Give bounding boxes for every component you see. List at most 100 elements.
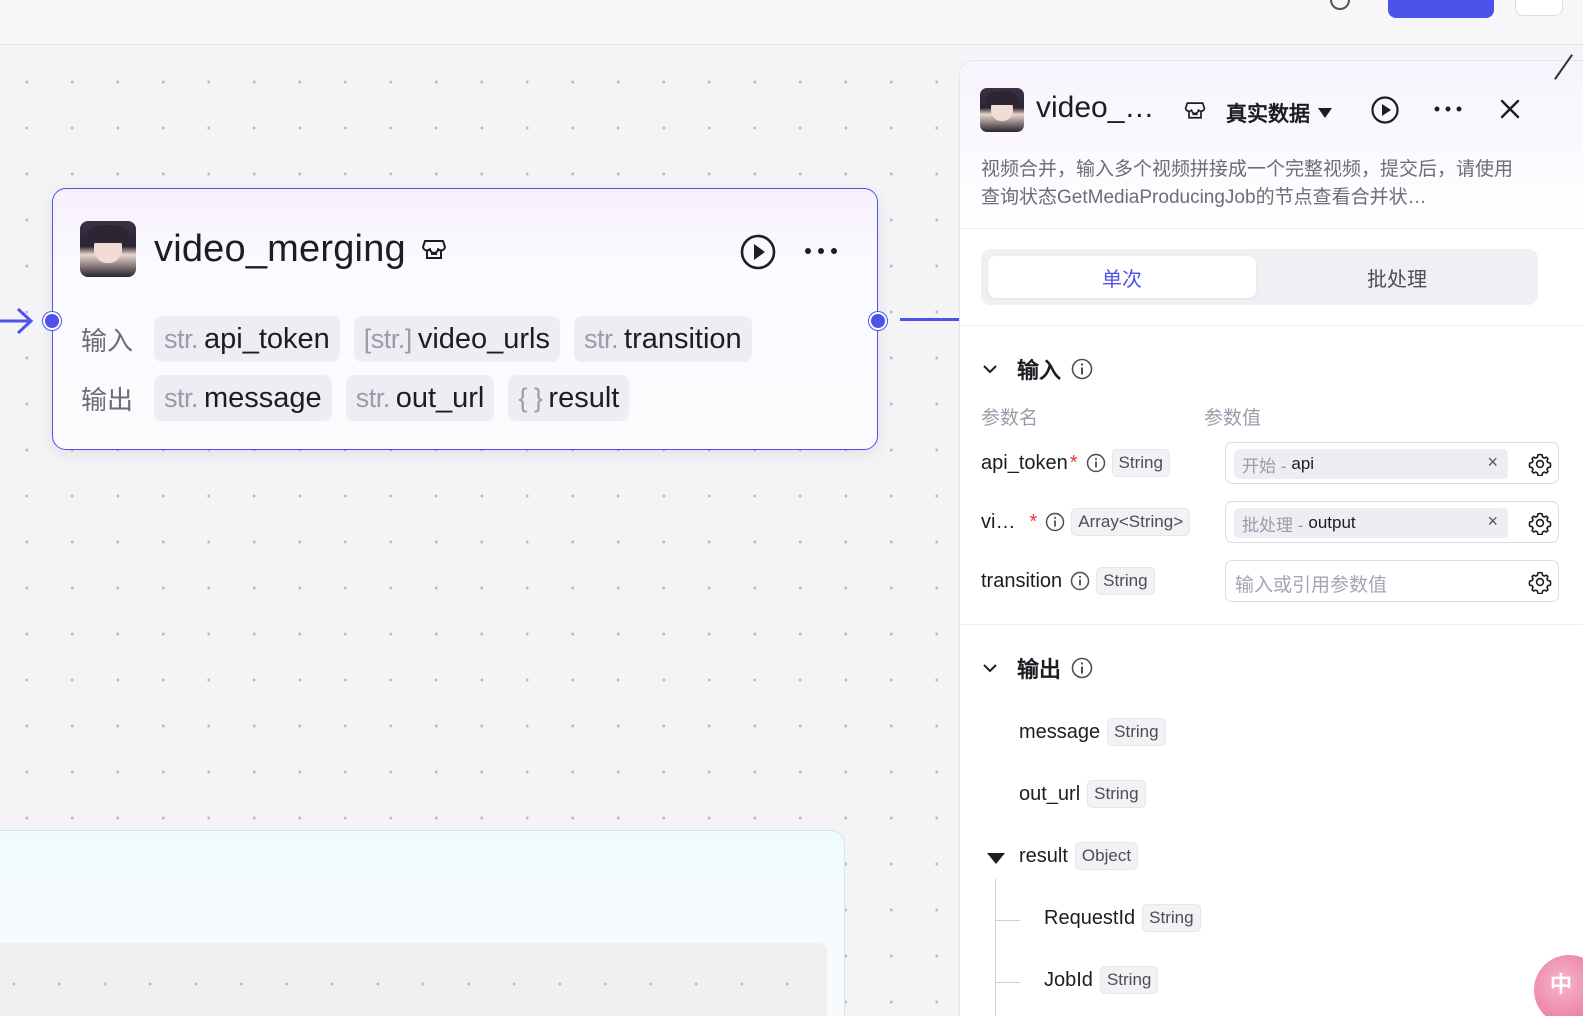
store-icon [1184, 102, 1206, 119]
info-icon[interactable] [1086, 453, 1106, 473]
node-input-port[interactable] [43, 312, 61, 330]
node-header: video_merging [80, 221, 448, 277]
type-tag: String [1087, 780, 1146, 808]
remove-reference-icon[interactable]: × [1487, 452, 1498, 473]
type-tag: String [1142, 904, 1201, 932]
chevron-down-icon[interactable] [981, 360, 999, 378]
tab-batch[interactable]: 批处理 [1263, 256, 1531, 298]
param-value-field[interactable]: 批处理 - output × [1225, 501, 1559, 543]
reference-chip: 批处理 - output × [1234, 508, 1508, 538]
input-chip: str. api_token [154, 316, 340, 362]
reference-variable: output [1308, 513, 1356, 532]
data-mode-dropdown[interactable]: 真实数据 [1226, 98, 1332, 128]
reference-source: 开始 - [1242, 456, 1287, 476]
output-item-result[interactable]: result Object [1019, 842, 1139, 870]
output-name: JobId [1044, 968, 1093, 991]
info-icon[interactable] [1071, 358, 1093, 380]
caret-down-icon[interactable] [987, 853, 1005, 864]
workflow-node-video-merging[interactable]: video_merging 输入 str. api_token [str.] vid… [43, 188, 887, 450]
help-icon[interactable] [1330, 0, 1350, 10]
panel-avatar [980, 88, 1024, 132]
node-description: 视频合并，输入多个视频拼接成一个完整视频，提交后，请使用查询状态GetMedia… [981, 159, 1514, 208]
data-mode-label: 真实数据 [1226, 103, 1310, 126]
info-icon[interactable] [1045, 512, 1065, 532]
node-output-port[interactable] [869, 312, 887, 330]
tree-connector [996, 982, 1020, 983]
floating-button-label: 中 [1550, 972, 1573, 997]
info-icon[interactable] [1071, 657, 1093, 679]
tab-single[interactable]: 单次 [988, 256, 1256, 298]
type-tag: String [1111, 449, 1170, 477]
node-outputs-row: 输出 str. message str. out_url { } result [81, 375, 643, 421]
output-item-out-url: out_url String [1019, 780, 1146, 808]
output-name: RequestId [1044, 906, 1136, 929]
param-value-column-header: 参数值 [1204, 408, 1262, 429]
close-icon[interactable] [1498, 97, 1522, 121]
param-row-video-urls: vi… * Array<String> 批处理 - output × [981, 501, 1559, 543]
workflow-node-batch[interactable] [0, 830, 845, 1016]
required-marker: * [1069, 451, 1078, 474]
param-row-transition: transition String 输入或引用参数值 [981, 560, 1559, 602]
gear-icon[interactable] [1528, 570, 1552, 594]
output-chip: str. message [154, 375, 332, 421]
panel-title[interactable]: video_… [1036, 91, 1154, 125]
type-tag: String [1096, 567, 1155, 595]
more-options-icon[interactable] [803, 241, 839, 261]
reference-source: 批处理 - [1242, 515, 1304, 535]
divider [960, 325, 1583, 326]
output-name: result [1019, 844, 1068, 867]
panel-header: video_… 真实数据 视频合并，输入多个视频拼接成一个完整视频，提交后，请使… [960, 61, 1583, 229]
reference-chip: 开始 - api × [1234, 449, 1508, 479]
param-name: api_token [981, 451, 1068, 474]
output-name: out_url [1019, 782, 1081, 805]
outputs-label: 输出 [81, 384, 134, 415]
run-icon[interactable] [1370, 95, 1400, 125]
type-tag: Array<String> [1071, 508, 1191, 536]
param-name-column-header: 参数名 [981, 408, 1039, 429]
publish-button[interactable] [1388, 0, 1494, 18]
info-icon[interactable] [1070, 571, 1090, 591]
output-item-message: message String [1019, 718, 1166, 746]
more-options-icon[interactable] [1433, 101, 1463, 117]
incoming-edge-arrow-icon [0, 307, 34, 335]
tree-connector [995, 879, 996, 1016]
run-node-icon[interactable] [739, 233, 777, 271]
input-section-title: 输入 [1017, 358, 1062, 383]
type-tag: Object [1074, 842, 1139, 870]
store-icon [421, 240, 446, 259]
param-value-field[interactable]: 开始 - api × [1225, 442, 1559, 484]
output-item-job-id: JobId String [1044, 966, 1159, 994]
output-chip: str. out_url [345, 375, 495, 421]
node-inputs-row: 输入 str. api_token [str.] video_urls str. tr… [81, 316, 766, 362]
output-chip: { } result [508, 375, 630, 421]
output-item-request-id: RequestId String [1044, 904, 1201, 932]
chevron-down-icon[interactable] [981, 659, 999, 677]
output-name: message [1019, 720, 1101, 743]
param-value-input[interactable]: 输入或引用参数值 [1225, 560, 1559, 602]
param-row-api-token: api_token * String 开始 - api × [981, 442, 1559, 484]
tree-connector [996, 920, 1020, 921]
batch-inner-canvas [0, 943, 827, 1016]
node-avatar [80, 221, 136, 277]
required-marker: * [1029, 510, 1038, 533]
reference-variable: api [1291, 454, 1315, 473]
value-placeholder: 输入或引用参数值 [1235, 575, 1388, 596]
gear-icon[interactable] [1528, 452, 1552, 476]
type-tag: String [1107, 718, 1166, 746]
top-toolbar [0, 0, 1583, 45]
run-mode-tabs: 单次 批处理 [981, 249, 1538, 305]
outgoing-edge [900, 318, 960, 321]
remove-reference-icon[interactable]: × [1487, 511, 1498, 532]
output-section-header[interactable]: 输出 [981, 652, 1093, 684]
caret-down-icon [1318, 108, 1332, 118]
output-section-title: 输出 [1017, 657, 1062, 682]
node-title: video_merging [154, 227, 406, 270]
input-section-header[interactable]: 输入 [981, 353, 1093, 385]
param-name: vi… [981, 510, 1016, 533]
gear-icon[interactable] [1528, 511, 1552, 535]
input-chip: str. transition [574, 316, 752, 362]
type-tag: String [1099, 966, 1159, 994]
input-chip: [str.] video_urls [353, 316, 560, 362]
toolbar-extra-button[interactable] [1515, 0, 1563, 16]
divider [960, 624, 1583, 625]
